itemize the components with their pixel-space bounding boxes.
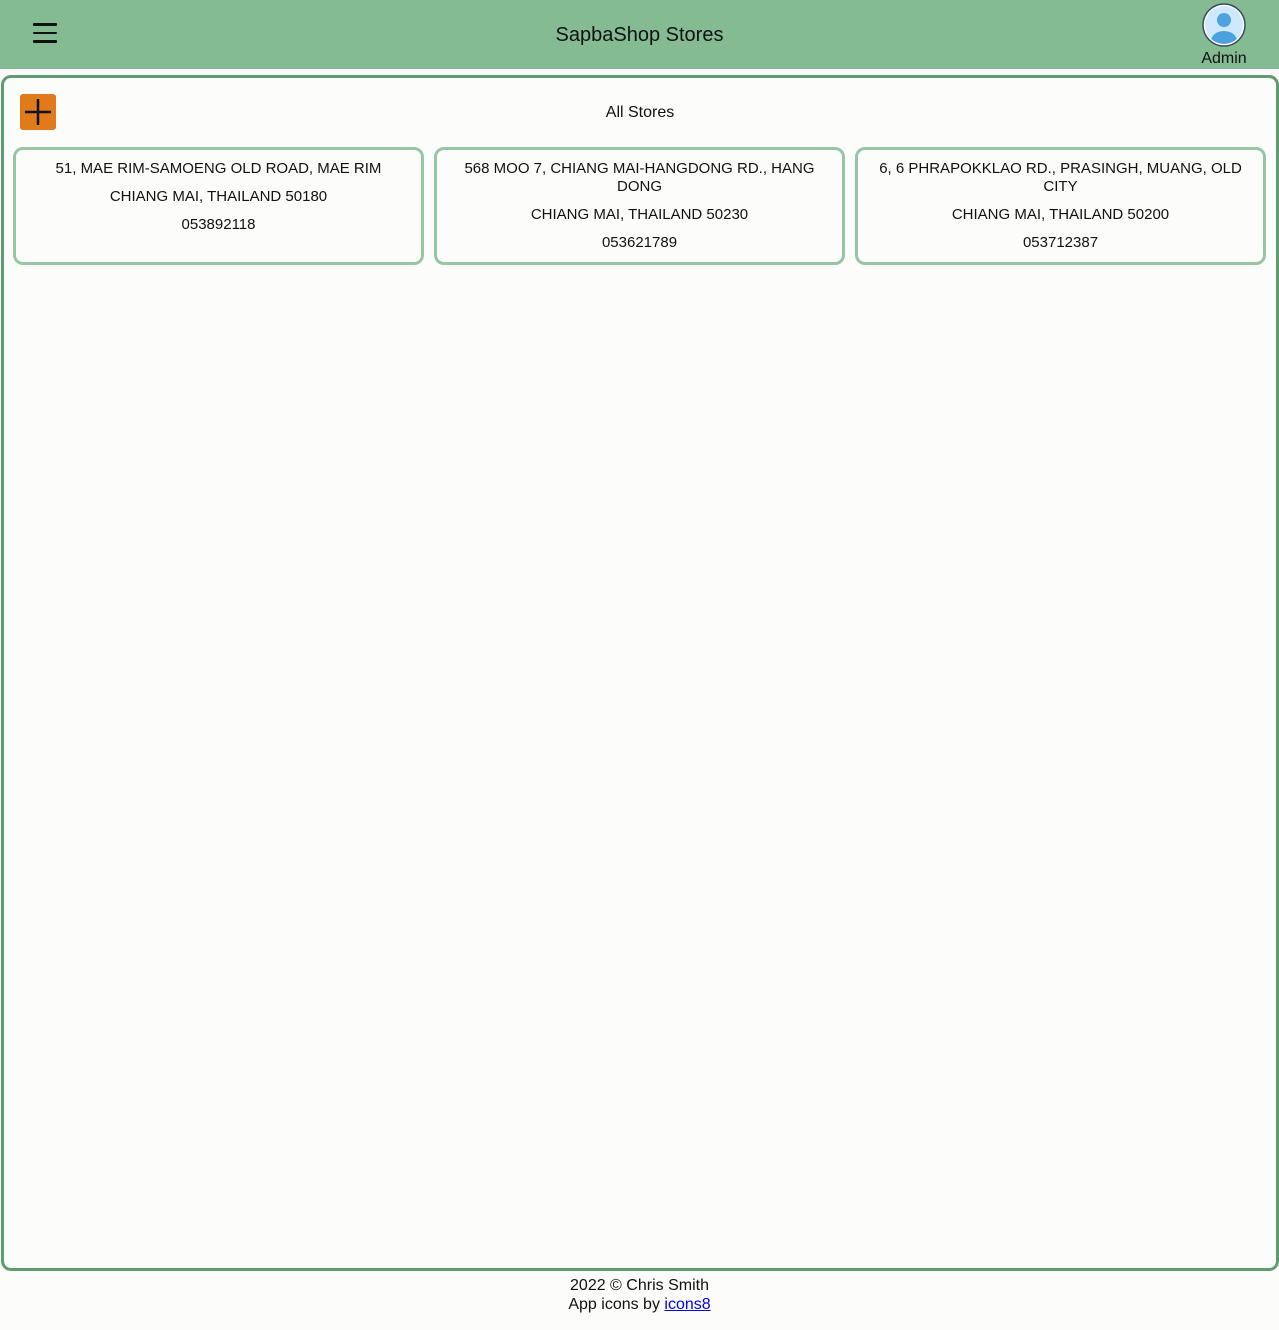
store-city-line: CHIANG MAI, THAILAND 50180: [109, 188, 328, 205]
store-address: 568 MOO 7, CHIANG MAI-HANGDONG RD., HANG…: [464, 160, 815, 195]
store-address: 51, MAE RIM-SAMOENG OLD ROAD, MAE RIM: [55, 160, 382, 177]
icons-credit-prefix: App icons by: [568, 1296, 665, 1313]
icons-credit: App icons by icons8: [0, 1295, 1279, 1314]
section-title: All Stores: [605, 104, 675, 121]
store-phone: 053892118: [181, 216, 256, 233]
store-card[interactable]: 6, 6 PHRAPOKKLAO RD., PRASINGH, MUANG, O…: [855, 147, 1266, 265]
stores-panel: All Stores 51, MAE RIM-SAMOENG OLD ROAD,…: [1, 75, 1279, 1271]
app-title: SapbaShop Stores: [555, 24, 724, 46]
page-footer: 2022 © Chris Smith App icons by icons8: [0, 1276, 1279, 1314]
store-card[interactable]: 568 MOO 7, CHIANG MAI-HANGDONG RD., HANG…: [434, 147, 845, 265]
user-name-label: Admin: [1201, 50, 1247, 67]
user-profile[interactable]: Admin: [1193, 3, 1255, 68]
top-app-bar: SapbaShop Stores Admin: [0, 0, 1279, 69]
copyright-text: 2022 © Chris Smith: [570, 1277, 709, 1294]
store-phone: 053621789: [601, 234, 678, 251]
store-card[interactable]: 51, MAE RIM-SAMOENG OLD ROAD, MAE RIM CH…: [13, 147, 424, 265]
hamburger-menu-icon[interactable]: [33, 23, 57, 43]
store-city-line: CHIANG MAI, THAILAND 50230: [530, 206, 749, 223]
store-phone: 053712387: [1022, 234, 1099, 251]
store-address: 6, 6 PHRAPOKKLAO RD., PRASINGH, MUANG, O…: [879, 160, 1242, 195]
store-city-line: CHIANG MAI, THAILAND 50200: [951, 206, 1170, 223]
icons8-link[interactable]: icons8: [664, 1296, 710, 1313]
user-avatar-icon[interactable]: [1202, 3, 1246, 47]
